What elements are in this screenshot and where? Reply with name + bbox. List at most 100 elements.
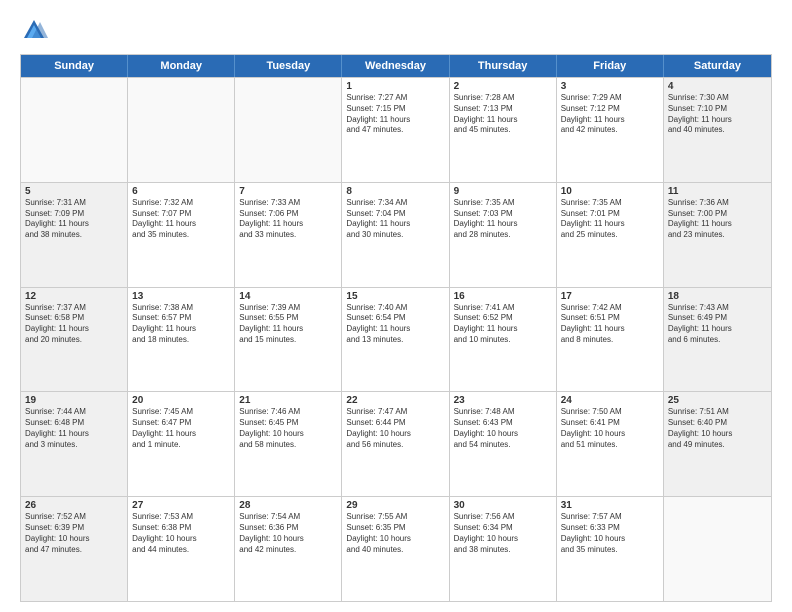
calendar-cell: 11Sunrise: 7:36 AM Sunset: 7:00 PM Dayli… [664, 183, 771, 287]
weekday-header: Tuesday [235, 55, 342, 77]
day-number: 2 [454, 81, 552, 92]
cell-info: Sunrise: 7:37 AM Sunset: 6:58 PM Dayligh… [25, 303, 123, 346]
calendar-cell: 31Sunrise: 7:57 AM Sunset: 6:33 PM Dayli… [557, 497, 664, 601]
calendar-cell: 21Sunrise: 7:46 AM Sunset: 6:45 PM Dayli… [235, 392, 342, 496]
cell-info: Sunrise: 7:36 AM Sunset: 7:00 PM Dayligh… [668, 198, 767, 241]
calendar-cell: 1Sunrise: 7:27 AM Sunset: 7:15 PM Daylig… [342, 78, 449, 182]
day-number: 25 [668, 395, 767, 406]
cell-info: Sunrise: 7:44 AM Sunset: 6:48 PM Dayligh… [25, 407, 123, 450]
day-number: 23 [454, 395, 552, 406]
calendar-cell: 23Sunrise: 7:48 AM Sunset: 6:43 PM Dayli… [450, 392, 557, 496]
calendar-cell: 2Sunrise: 7:28 AM Sunset: 7:13 PM Daylig… [450, 78, 557, 182]
day-number: 7 [239, 186, 337, 197]
day-number: 21 [239, 395, 337, 406]
calendar-cell: 5Sunrise: 7:31 AM Sunset: 7:09 PM Daylig… [21, 183, 128, 287]
cell-info: Sunrise: 7:32 AM Sunset: 7:07 PM Dayligh… [132, 198, 230, 241]
calendar-cell: 25Sunrise: 7:51 AM Sunset: 6:40 PM Dayli… [664, 392, 771, 496]
calendar-cell: 19Sunrise: 7:44 AM Sunset: 6:48 PM Dayli… [21, 392, 128, 496]
day-number: 27 [132, 500, 230, 511]
calendar-row: 1Sunrise: 7:27 AM Sunset: 7:15 PM Daylig… [21, 77, 771, 182]
calendar-cell: 22Sunrise: 7:47 AM Sunset: 6:44 PM Dayli… [342, 392, 449, 496]
weekday-header: Friday [557, 55, 664, 77]
cell-info: Sunrise: 7:48 AM Sunset: 6:43 PM Dayligh… [454, 407, 552, 450]
day-number: 26 [25, 500, 123, 511]
day-number: 6 [132, 186, 230, 197]
day-number: 19 [25, 395, 123, 406]
header [20, 16, 772, 44]
calendar-cell [664, 497, 771, 601]
cell-info: Sunrise: 7:35 AM Sunset: 7:01 PM Dayligh… [561, 198, 659, 241]
calendar-cell: 18Sunrise: 7:43 AM Sunset: 6:49 PM Dayli… [664, 288, 771, 392]
calendar-cell: 10Sunrise: 7:35 AM Sunset: 7:01 PM Dayli… [557, 183, 664, 287]
weekday-header: Sunday [21, 55, 128, 77]
cell-info: Sunrise: 7:40 AM Sunset: 6:54 PM Dayligh… [346, 303, 444, 346]
cell-info: Sunrise: 7:31 AM Sunset: 7:09 PM Dayligh… [25, 198, 123, 241]
cell-info: Sunrise: 7:27 AM Sunset: 7:15 PM Dayligh… [346, 93, 444, 136]
day-number: 5 [25, 186, 123, 197]
calendar-cell: 4Sunrise: 7:30 AM Sunset: 7:10 PM Daylig… [664, 78, 771, 182]
day-number: 16 [454, 291, 552, 302]
day-number: 31 [561, 500, 659, 511]
day-number: 9 [454, 186, 552, 197]
calendar-cell: 15Sunrise: 7:40 AM Sunset: 6:54 PM Dayli… [342, 288, 449, 392]
day-number: 1 [346, 81, 444, 92]
cell-info: Sunrise: 7:51 AM Sunset: 6:40 PM Dayligh… [668, 407, 767, 450]
day-number: 10 [561, 186, 659, 197]
day-number: 24 [561, 395, 659, 406]
cell-info: Sunrise: 7:39 AM Sunset: 6:55 PM Dayligh… [239, 303, 337, 346]
weekday-header: Monday [128, 55, 235, 77]
cell-info: Sunrise: 7:46 AM Sunset: 6:45 PM Dayligh… [239, 407, 337, 450]
cell-info: Sunrise: 7:45 AM Sunset: 6:47 PM Dayligh… [132, 407, 230, 450]
cell-info: Sunrise: 7:29 AM Sunset: 7:12 PM Dayligh… [561, 93, 659, 136]
cell-info: Sunrise: 7:33 AM Sunset: 7:06 PM Dayligh… [239, 198, 337, 241]
day-number: 4 [668, 81, 767, 92]
cell-info: Sunrise: 7:34 AM Sunset: 7:04 PM Dayligh… [346, 198, 444, 241]
day-number: 22 [346, 395, 444, 406]
cell-info: Sunrise: 7:57 AM Sunset: 6:33 PM Dayligh… [561, 512, 659, 555]
calendar-row: 12Sunrise: 7:37 AM Sunset: 6:58 PM Dayli… [21, 287, 771, 392]
calendar-row: 26Sunrise: 7:52 AM Sunset: 6:39 PM Dayli… [21, 496, 771, 601]
cell-info: Sunrise: 7:53 AM Sunset: 6:38 PM Dayligh… [132, 512, 230, 555]
logo [20, 16, 52, 44]
calendar-row: 5Sunrise: 7:31 AM Sunset: 7:09 PM Daylig… [21, 182, 771, 287]
calendar-cell: 16Sunrise: 7:41 AM Sunset: 6:52 PM Dayli… [450, 288, 557, 392]
calendar-cell: 26Sunrise: 7:52 AM Sunset: 6:39 PM Dayli… [21, 497, 128, 601]
calendar-cell [128, 78, 235, 182]
day-number: 11 [668, 186, 767, 197]
weekday-header: Wednesday [342, 55, 449, 77]
calendar-cell: 28Sunrise: 7:54 AM Sunset: 6:36 PM Dayli… [235, 497, 342, 601]
calendar-cell: 24Sunrise: 7:50 AM Sunset: 6:41 PM Dayli… [557, 392, 664, 496]
weekday-header: Thursday [450, 55, 557, 77]
calendar: SundayMondayTuesdayWednesdayThursdayFrid… [20, 54, 772, 602]
cell-info: Sunrise: 7:42 AM Sunset: 6:51 PM Dayligh… [561, 303, 659, 346]
calendar-cell: 30Sunrise: 7:56 AM Sunset: 6:34 PM Dayli… [450, 497, 557, 601]
calendar-cell: 20Sunrise: 7:45 AM Sunset: 6:47 PM Dayli… [128, 392, 235, 496]
day-number: 15 [346, 291, 444, 302]
day-number: 29 [346, 500, 444, 511]
cell-info: Sunrise: 7:47 AM Sunset: 6:44 PM Dayligh… [346, 407, 444, 450]
calendar-cell: 9Sunrise: 7:35 AM Sunset: 7:03 PM Daylig… [450, 183, 557, 287]
calendar-cell: 6Sunrise: 7:32 AM Sunset: 7:07 PM Daylig… [128, 183, 235, 287]
logo-icon [20, 16, 48, 44]
calendar-cell: 14Sunrise: 7:39 AM Sunset: 6:55 PM Dayli… [235, 288, 342, 392]
calendar-cell: 17Sunrise: 7:42 AM Sunset: 6:51 PM Dayli… [557, 288, 664, 392]
cell-info: Sunrise: 7:35 AM Sunset: 7:03 PM Dayligh… [454, 198, 552, 241]
day-number: 18 [668, 291, 767, 302]
weekday-header: Saturday [664, 55, 771, 77]
day-number: 28 [239, 500, 337, 511]
day-number: 12 [25, 291, 123, 302]
calendar-cell: 12Sunrise: 7:37 AM Sunset: 6:58 PM Dayli… [21, 288, 128, 392]
day-number: 13 [132, 291, 230, 302]
day-number: 30 [454, 500, 552, 511]
calendar-row: 19Sunrise: 7:44 AM Sunset: 6:48 PM Dayli… [21, 391, 771, 496]
cell-info: Sunrise: 7:56 AM Sunset: 6:34 PM Dayligh… [454, 512, 552, 555]
cell-info: Sunrise: 7:52 AM Sunset: 6:39 PM Dayligh… [25, 512, 123, 555]
day-number: 14 [239, 291, 337, 302]
day-number: 8 [346, 186, 444, 197]
cell-info: Sunrise: 7:54 AM Sunset: 6:36 PM Dayligh… [239, 512, 337, 555]
calendar-cell [235, 78, 342, 182]
calendar-cell: 27Sunrise: 7:53 AM Sunset: 6:38 PM Dayli… [128, 497, 235, 601]
page: SundayMondayTuesdayWednesdayThursdayFrid… [0, 0, 792, 612]
calendar-cell: 8Sunrise: 7:34 AM Sunset: 7:04 PM Daylig… [342, 183, 449, 287]
calendar-cell: 13Sunrise: 7:38 AM Sunset: 6:57 PM Dayli… [128, 288, 235, 392]
